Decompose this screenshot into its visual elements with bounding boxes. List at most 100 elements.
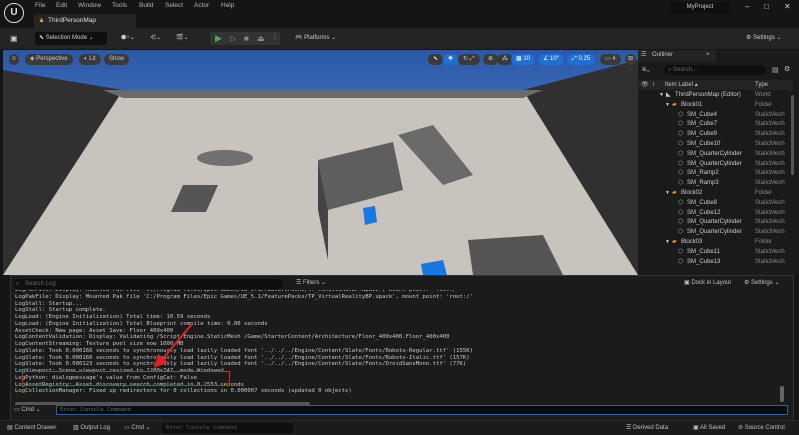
content-drawer-button[interactable]: ▤ Content Drawer (7, 424, 56, 431)
filter-icon[interactable]: ⩸⌄ (642, 66, 650, 74)
pin-icon[interactable]: ⍿ (653, 80, 655, 90)
outliner-row[interactable]: ⬡ SM_Ramp2 StaticMesh (638, 169, 799, 179)
grid-snap-button[interactable]: ▦ 10 (511, 54, 536, 65)
menu-select[interactable]: Select (165, 2, 183, 9)
outliner-row[interactable]: ▼ ▰ Block03 Folder (638, 238, 799, 248)
log-search-input[interactable]: ⌕ Search Log (13, 279, 283, 289)
platforms-dropdown[interactable]: 🎮 Platforms ⌄ (295, 32, 336, 45)
log-scrollbar[interactable] (780, 386, 784, 402)
menu-actor[interactable]: Actor (194, 2, 209, 9)
layout-icon[interactable]: ⊞ (625, 54, 637, 65)
log-line: LogStall: Startup... (15, 300, 83, 307)
outliner-row[interactable]: ⬡ SM_QuarterCylinder StaticMesh (638, 150, 799, 160)
menu-build[interactable]: Build (139, 2, 153, 9)
outliner-search-input[interactable]: ⌕ Search... (664, 65, 766, 75)
col-type[interactable]: Type (755, 80, 768, 90)
row-label: SM_Cube9 (687, 131, 718, 138)
tab-third-person-map[interactable]: ▲ ThirdPersonMap (34, 14, 136, 29)
cursor-icon: ⬉ (39, 35, 46, 41)
static-mesh-icon: ⬡ (678, 131, 684, 138)
menu-help[interactable]: Help (221, 2, 234, 9)
level-viewport[interactable]: ≡ ◈ Perspective ◐ Lit Show ⬉ ✥ ↻ ⤢ ⊕ ⁂ ▦… (3, 50, 638, 275)
viewport-menu-icon[interactable]: ≡ (9, 54, 19, 65)
outliner-row[interactable]: ⬡ SM_Cube4 StaticMesh (638, 111, 799, 121)
outliner-tab[interactable]: ☰ Outliner × (638, 50, 716, 62)
camera-speed-button[interactable]: ▭ 4 (600, 54, 621, 65)
rotation-snap-button[interactable]: ∠ 10° (538, 54, 565, 65)
row-label: SM_Cube8 (687, 199, 718, 206)
gear-icon[interactable]: ⚙ (784, 65, 790, 73)
dock-in-layout-button[interactable]: ▣ Dock in Layout (684, 279, 731, 286)
status-console-input[interactable]: Enter Console Command (162, 423, 293, 433)
all-saved-button[interactable]: ▣ All Saved (693, 424, 725, 431)
filters-dropdown[interactable]: ☰ Filters ⌄ (296, 279, 326, 286)
minimize-icon[interactable]: – (745, 2, 749, 11)
derived-data-button[interactable]: ☰ Derived Data (626, 424, 668, 431)
maximize-icon[interactable]: □ (764, 2, 769, 11)
outliner-row[interactable]: ⬡ SM_QuarterCylinder StaticMesh (638, 228, 799, 238)
menu-edit[interactable]: Edit (56, 2, 67, 9)
stop-icon[interactable]: ■ (244, 32, 249, 45)
perspective-button[interactable]: ◈ Perspective (25, 54, 73, 65)
outliner-row[interactable]: ▼ ◣ ThirdPersonMap (Editor) World (638, 91, 799, 101)
outliner-row[interactable]: ⬡ SM_Cube7 StaticMesh (638, 120, 799, 130)
more-icon[interactable]: ⋮ (272, 32, 278, 45)
expand-arrow-icon[interactable]: ▼ (659, 91, 664, 101)
lit-button[interactable]: ◐ Lit (79, 54, 101, 65)
add-folder-icon[interactable]: ▤ (772, 66, 779, 74)
world-local-icon[interactable]: ⊕ (483, 54, 499, 65)
output-log-button[interactable]: ▥ Output Log (73, 424, 110, 431)
add-actor-icon[interactable]: ⬢+⌄ (121, 32, 135, 45)
show-button[interactable]: Show (104, 54, 130, 65)
outliner-row[interactable]: ⬡ SM_Cube11 StaticMesh (638, 248, 799, 258)
step-icon[interactable]: ▷ (230, 32, 236, 45)
output-log-panel: ⌕ Search Log ☰ Filters ⌄ ▣ Dock in Layout… (10, 275, 794, 422)
blueprint-icon[interactable]: ⋲⌄ (150, 32, 161, 45)
console-command-input[interactable]: Enter Console Command (56, 405, 788, 415)
outliner-row[interactable]: ⬡ SM_QuarterCylinder StaticMesh (638, 218, 799, 228)
row-label: SM_Ramp2 (687, 170, 719, 177)
selection-mode-dropdown[interactable]: ⬉ Selection Mode ⌄ (35, 32, 107, 45)
rotate-tool-icon[interactable]: ↻ ⤢ (458, 54, 480, 65)
outliner-row[interactable]: ▼ ▰ Block02 Folder (638, 189, 799, 199)
log-settings-dropdown[interactable]: ⚙ Settings ⌄ (744, 279, 779, 286)
row-type: Folder (755, 190, 773, 196)
outliner-row[interactable]: ▼ ▰ Block01 Folder (638, 101, 799, 111)
outliner-row[interactable]: ⬡ SM_Ramp3 StaticMesh (638, 179, 799, 189)
row-label: Block03 (681, 239, 703, 245)
menu-file[interactable]: File (35, 2, 45, 9)
eject-icon[interactable]: ⏏ (257, 32, 265, 45)
log-line: LogPakFile: Display: Mounted Pak file 'C… (15, 293, 474, 300)
settings-dropdown[interactable]: ⚙ Settings ⌄ (746, 32, 781, 45)
select-tool-icon[interactable]: ⬉ (428, 54, 444, 65)
outliner-row[interactable]: ⬡ SM_Cube13 StaticMesh (638, 258, 799, 268)
expand-arrow-icon[interactable]: ▼ (665, 189, 670, 199)
cmd-dropdown[interactable]: ▭ Cmd ⌄ (14, 406, 41, 413)
unreal-logo[interactable]: U (4, 3, 24, 23)
move-tool-icon[interactable]: ✥ (443, 54, 459, 65)
outliner-row[interactable]: ⬡ SM_QuarterCylinder StaticMesh (638, 160, 799, 170)
menu-tools[interactable]: Tools (112, 2, 127, 9)
cinematics-icon[interactable]: 🎬⌄ (176, 32, 189, 45)
outliner-row[interactable]: ⬡ SM_Cube8 StaticMesh (638, 199, 799, 209)
expand-arrow-icon[interactable]: ▼ (665, 101, 670, 111)
scale-snap-button[interactable]: ⤢ 0.25 (567, 54, 596, 65)
close-icon[interactable]: ✕ (784, 2, 791, 11)
menu-window[interactable]: Window (78, 2, 101, 9)
outliner-row[interactable]: ⬡ SM_Cube9 StaticMesh (638, 130, 799, 140)
source-control-button[interactable]: ⊘ Source Control (738, 424, 785, 431)
outliner-row[interactable]: ⬡ SM_Cube10 StaticMesh (638, 140, 799, 150)
close-tab-icon[interactable]: × (706, 52, 710, 58)
save-icon[interactable]: ▣ (10, 32, 18, 45)
expand-arrow-icon[interactable]: ▼ (665, 238, 670, 248)
row-type: StaticMesh (755, 209, 785, 216)
cmd-dropdown[interactable]: ▭ Cmd ⌄ (124, 424, 151, 431)
static-mesh-icon: ⬡ (678, 209, 684, 216)
col-item-label[interactable]: Item Label ▴ (665, 80, 698, 90)
row-type: StaticMesh (755, 258, 785, 265)
outliner-row[interactable]: ⬡ SM_Cube12 StaticMesh (638, 209, 799, 219)
play-icon[interactable]: ▶ (215, 32, 222, 45)
visibility-icon[interactable]: 👁 (641, 80, 649, 90)
outliner-scrollbar[interactable] (791, 95, 794, 175)
row-label: SM_Cube4 (687, 111, 718, 118)
